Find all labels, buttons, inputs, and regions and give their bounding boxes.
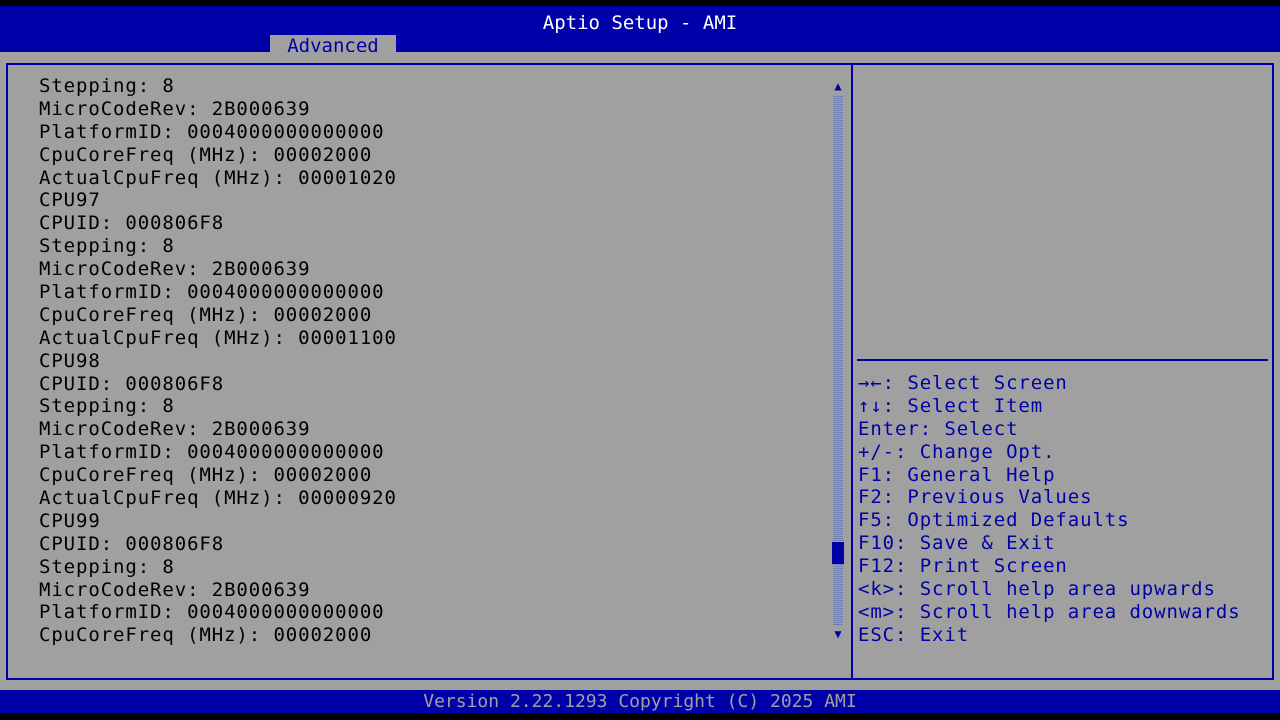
help-panel: →←: Select Screen ↑↓: Select Item Enter: S… [858, 372, 1241, 647]
info-line: CpuCoreFreq (MHz): 00002000 [39, 464, 373, 487]
help-line: Enter: Select [858, 417, 1019, 440]
footer-version: Version 2.22.1293 Copyright (C) 2025 AMI [0, 690, 1280, 713]
help-line: F10: Save & Exit [858, 532, 1056, 555]
panel-divider [851, 65, 853, 678]
info-line: PlatformID: 0004000000000000 [39, 601, 385, 624]
info-line: PlatformID: 0004000000000000 [39, 120, 385, 143]
content-frame: Stepping: 8 MicroCodeRev: 2B000639 Platfor… [6, 63, 1274, 680]
info-line: Stepping: 8 [39, 395, 175, 418]
info-line: MicroCodeRev: 2B000639 [39, 97, 311, 120]
info-line: MicroCodeRev: 2B000639 [39, 258, 311, 281]
scroll-track[interactable] [832, 95, 844, 625]
main-area: Stepping: 8 MicroCodeRev: 2B000639 Platfor… [0, 52, 1280, 690]
help-line: <m>: Scroll help area downwards [858, 600, 1241, 623]
info-line: CpuCoreFreq (MHz): 00002000 [39, 303, 373, 326]
info-line: CpuCoreFreq (MHz): 00002000 [39, 624, 373, 647]
help-line: →←: Select Screen [858, 372, 1068, 394]
help-line: <k>: Scroll help area upwards [858, 578, 1216, 601]
help-line: +/-: Change Opt. [858, 440, 1056, 463]
info-line: PlatformID: 0004000000000000 [39, 441, 385, 464]
help-line: F12: Print Screen [858, 555, 1068, 578]
scroll-thumb[interactable] [832, 542, 844, 565]
info-line: PlatformID: 0004000000000000 [39, 281, 385, 304]
info-line: CPUID: 000806F8 [39, 532, 225, 555]
cpu-info-list: Stepping: 8 MicroCodeRev: 2B000639 Platfor… [39, 75, 397, 647]
info-line: CpuCoreFreq (MHz): 00002000 [39, 143, 373, 166]
scroll-down-icon[interactable]: ▼ [832, 627, 844, 641]
help-line: F1: General Help [858, 463, 1056, 486]
info-line: CPUID: 000806F8 [39, 212, 225, 235]
header-bar: Aptio Setup - AMI Advanced [0, 6, 1280, 58]
info-line: CPU98 [39, 349, 101, 372]
info-line: Stepping: 8 [39, 75, 175, 97]
info-line: CPU97 [39, 189, 101, 212]
info-line: CPU99 [39, 509, 101, 532]
app-title: Aptio Setup - AMI [542, 12, 738, 34]
help-separator [857, 359, 1268, 361]
scroll-up-icon[interactable]: ▲ [832, 79, 844, 93]
info-line: Stepping: 8 [39, 235, 175, 258]
info-line: MicroCodeRev: 2B000639 [39, 578, 311, 601]
info-line: ActualCpuFreq (MHz): 00001020 [39, 166, 397, 189]
info-line: CPUID: 000806F8 [39, 372, 225, 395]
info-line: Stepping: 8 [39, 555, 175, 578]
help-line: F2: Previous Values [858, 486, 1093, 509]
info-line: ActualCpuFreq (MHz): 00001100 [39, 326, 397, 349]
help-line: ↑↓: Select Item [858, 394, 1044, 417]
help-line: F5: Optimized Defaults [858, 509, 1130, 532]
info-line: ActualCpuFreq (MHz): 00000920 [39, 487, 397, 510]
info-line: MicroCodeRev: 2B000639 [39, 418, 311, 441]
help-line: ESC: Exit [858, 623, 970, 646]
scrollbar[interactable]: ▲ ▼ [832, 79, 844, 645]
